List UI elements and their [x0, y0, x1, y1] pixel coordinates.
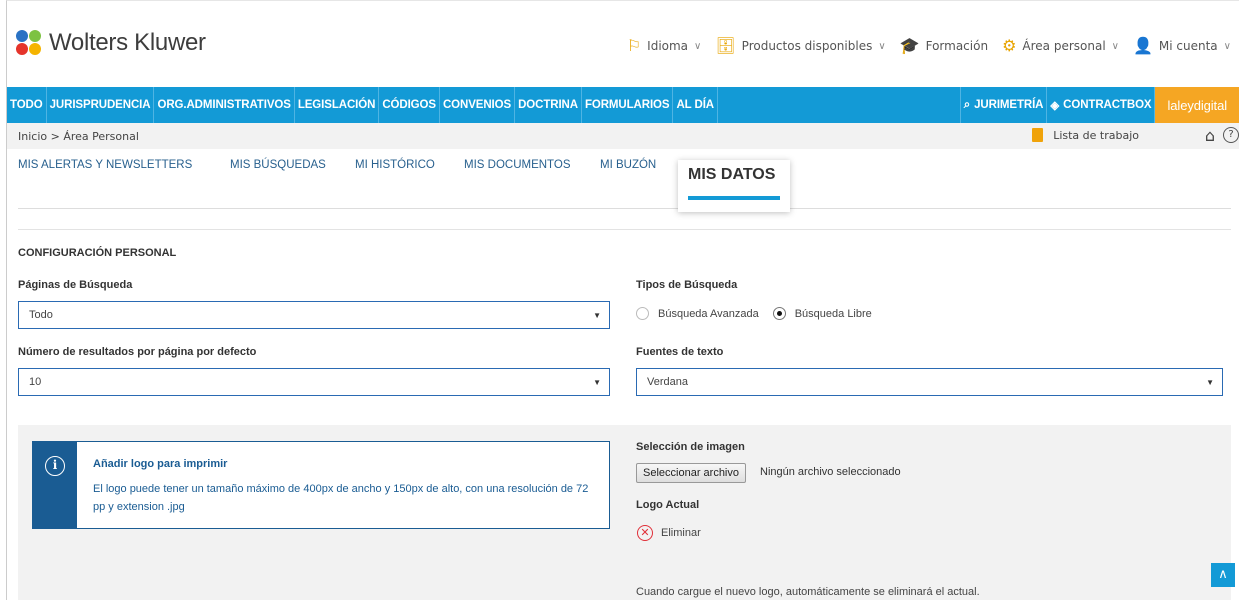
chevron-down-icon: ∨ — [878, 40, 886, 52]
results-per-page-value: 10 — [29, 376, 42, 388]
brand-name: Wolters Kluwer — [49, 29, 206, 56]
top-nav: ⚐ Idioma ∨ 🗄 Productos disponibles ∨ 🎓 F… — [613, 38, 1231, 54]
header: Wolters Kluwer ⚐ Idioma ∨ 🗄 Productos di… — [7, 1, 1239, 87]
image-selection-label: Selección de imagen — [636, 441, 745, 453]
info-box-text: El logo puede tener un tamaño máximo de … — [93, 483, 589, 513]
fonts-value: Verdana — [647, 376, 688, 388]
user-icon: 👤 — [1132, 36, 1153, 55]
account-menu[interactable]: 👤 Mi cuenta ∨ — [1133, 38, 1231, 54]
dropdown-arrow-icon: ▼ — [593, 311, 601, 320]
logo-info-box: i Añadir logo para imprimir El logo pued… — [32, 441, 610, 529]
info-icon: i — [45, 456, 65, 476]
available-products-menu[interactable]: 🗄 Productos disponibles ∨ — [715, 38, 885, 54]
search-types-label: Tipos de Búsqueda — [636, 279, 738, 291]
nav-item-todo[interactable]: TODO — [7, 87, 47, 123]
results-per-page-label: Número de resultados por página por defe… — [18, 346, 257, 358]
nav-item-formularios[interactable]: FORMULARIOS — [582, 87, 674, 123]
nav-item-codigos[interactable]: CÓDIGOS — [379, 87, 440, 123]
chevron-down-icon: ∨ — [694, 40, 702, 52]
info-box-title: Añadir logo para imprimir — [93, 458, 228, 470]
nav-item-laleydigital[interactable]: laleydigital — [1155, 87, 1239, 123]
radio-free-search[interactable] — [772, 307, 786, 320]
worklist-label: Lista de trabajo — [1053, 128, 1139, 142]
no-file-text: Ningún archivo seleccionado — [760, 466, 901, 478]
chevron-down-icon: ∨ — [1111, 40, 1119, 52]
divider — [18, 229, 1231, 230]
nav-item-al-dia[interactable]: AL DÍA — [673, 87, 718, 123]
radio-free-label: Búsqueda Libre — [794, 307, 872, 320]
dropdown-arrow-icon: ▼ — [1206, 378, 1214, 387]
nav-item-org-administrativos[interactable]: ORG.ADMINISTRATIVOS — [154, 87, 295, 123]
available-products-label: Productos disponibles — [741, 39, 873, 53]
nav-item-legislacion[interactable]: LEGISLACIÓN — [295, 87, 380, 123]
contractbox-label: CONTRACTBOX — [1063, 99, 1152, 111]
tab-mailbox[interactable]: MI BUZÓN — [600, 159, 656, 171]
flag-icon: ⚐ — [626, 36, 642, 55]
tab-history[interactable]: MI HISTÓRICO — [355, 159, 435, 171]
tabs: MIS ALERTAS Y NEWSLETTERS MIS BÚSQUEDAS … — [18, 149, 1231, 212]
nav-item-contractbox[interactable]: ◈ CONTRACTBOX — [1047, 87, 1156, 123]
brand-logo[interactable]: Wolters Kluwer — [16, 29, 206, 57]
help-icon[interactable]: ? — [1223, 127, 1239, 143]
tab-my-data-label: MIS DATOS — [688, 166, 776, 183]
tab-alerts-newsletters[interactable]: MIS ALERTAS Y NEWSLETTERS — [18, 159, 192, 171]
current-logo-label: Logo Actual — [636, 499, 700, 511]
tab-documents[interactable]: MIS DOCUMENTOS — [464, 159, 571, 171]
fonts-label: Fuentes de texto — [636, 346, 724, 358]
logo-replace-note: Cuando cargue el nuevo logo, automáticam… — [636, 586, 980, 598]
main-nav: TODO JURISPRUDENCIA ORG.ADMINISTRATIVOS … — [7, 87, 1239, 123]
nav-item-jurimetria[interactable]: ⌕ JURIMETRÍA — [959, 87, 1048, 123]
account-label: Mi cuenta — [1158, 39, 1218, 53]
nav-item-convenios[interactable]: CONVENIOS — [440, 87, 516, 123]
wolters-kluwer-logo-icon — [16, 30, 42, 56]
dropdown-arrow-icon: ▼ — [593, 378, 601, 387]
gear-icon: ⚙ — [1002, 36, 1017, 55]
breadcrumb-bar: Inicio > Área Personal Lista de trabajo … — [7, 123, 1239, 149]
delete-logo-button[interactable]: Eliminar — [661, 527, 701, 539]
delete-icon[interactable]: ✕ — [637, 525, 653, 541]
training-label: Formación — [925, 39, 989, 53]
personal-area-menu[interactable]: ⚙ Área personal ∨ — [1002, 38, 1119, 54]
scroll-to-top-button[interactable]: ∧ — [1211, 563, 1235, 587]
nav-item-doctrina[interactable]: DOCTRINA — [515, 87, 582, 123]
tab-my-data[interactable]: MIS DATOS — [678, 160, 790, 212]
graduation-cap-icon: 🎓 — [899, 36, 920, 55]
chevron-up-icon: ∧ — [1218, 567, 1228, 582]
page: Wolters Kluwer ⚐ Idioma ∨ 🗄 Productos di… — [6, 0, 1239, 600]
home-icon[interactable]: ⌂ — [1205, 126, 1215, 145]
tab-searches[interactable]: MIS BÚSQUEDAS — [230, 159, 326, 171]
personal-area-label: Área personal — [1022, 39, 1106, 53]
info-box-bar — [33, 442, 77, 528]
magnifier-icon: ⌕ — [963, 98, 971, 111]
results-per-page-select[interactable]: 10 ▼ — [18, 368, 610, 396]
chevron-down-icon: ∨ — [1223, 40, 1231, 52]
training-link[interactable]: 🎓 Formación — [900, 38, 988, 54]
search-pages-select[interactable]: Todo ▼ — [18, 301, 610, 329]
contractbox-icon: ◈ — [1050, 100, 1060, 112]
worklist-link[interactable]: Lista de trabajo — [1032, 128, 1139, 142]
radio-advanced-search[interactable] — [636, 307, 649, 320]
document-icon — [1032, 128, 1044, 142]
search-pages-value: Todo — [29, 309, 53, 321]
fonts-select[interactable]: Verdana ▼ — [636, 368, 1223, 396]
language-menu[interactable]: ⚐ Idioma ∨ — [627, 38, 702, 54]
search-types-radio-group: Búsqueda Avanzada Búsqueda Libre — [636, 307, 872, 320]
search-pages-label: Páginas de Búsqueda — [18, 279, 133, 291]
jurimetria-label: JURIMETRÍA — [974, 99, 1044, 111]
nav-item-jurisprudencia[interactable]: JURISPRUDENCIA — [47, 87, 155, 123]
breadcrumb[interactable]: Inicio > Área Personal — [18, 130, 139, 143]
radio-advanced-label: Búsqueda Avanzada — [658, 307, 759, 320]
select-file-button[interactable]: Seleccionar archivo — [636, 463, 746, 483]
active-tab-underline — [688, 196, 780, 200]
briefcase-icon: 🗄 — [715, 36, 736, 55]
language-label: Idioma — [647, 39, 689, 53]
section-title: CONFIGURACIÓN PERSONAL — [18, 247, 177, 259]
